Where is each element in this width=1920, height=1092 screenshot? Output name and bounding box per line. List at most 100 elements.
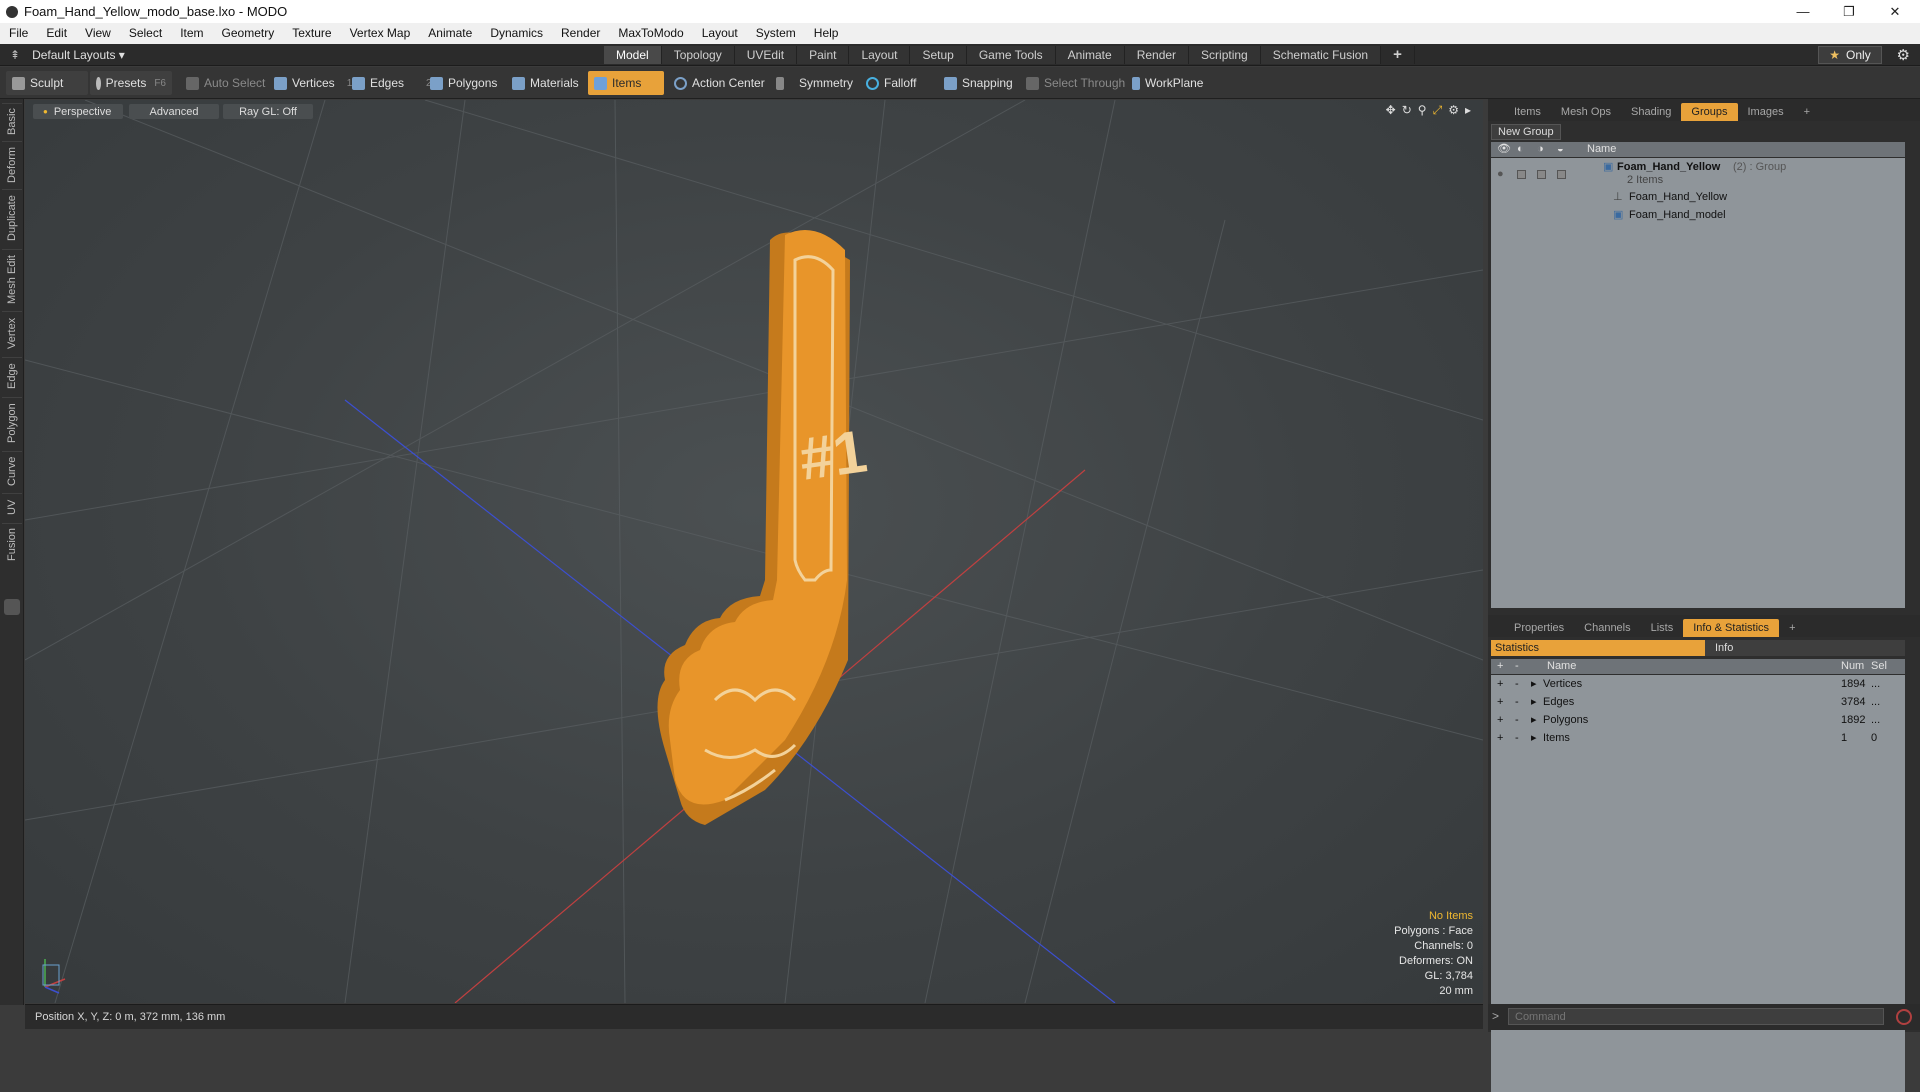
menu-select[interactable]: Select bbox=[120, 23, 171, 44]
command-input[interactable] bbox=[1508, 1008, 1884, 1025]
menu-texture[interactable]: Texture bbox=[283, 23, 340, 44]
left-tab-deform[interactable]: Deform bbox=[2, 141, 22, 187]
menu-help[interactable]: Help bbox=[805, 23, 848, 44]
left-tab-fusion[interactable]: Fusion bbox=[2, 523, 22, 565]
table-row[interactable]: + - ▸ Items 1 0 bbox=[1491, 731, 1905, 747]
menu-dynamics[interactable]: Dynamics bbox=[481, 23, 552, 44]
tab-schematic-fusion[interactable]: Schematic Fusion bbox=[1260, 46, 1382, 64]
tab-topology[interactable]: Topology bbox=[661, 46, 735, 64]
raygl-toggle[interactable]: Ray GL: Off bbox=[223, 104, 313, 119]
sculpt-button[interactable]: Sculpt bbox=[6, 71, 88, 95]
falloff-button[interactable]: Falloff bbox=[860, 71, 922, 95]
tab-setup[interactable]: Setup bbox=[910, 46, 967, 64]
left-panel-toggle-button[interactable] bbox=[4, 599, 20, 615]
add-tab-button[interactable]: + bbox=[1381, 46, 1415, 64]
collapse-icon[interactable]: - bbox=[1515, 731, 1519, 746]
tab-lists[interactable]: Lists bbox=[1641, 619, 1684, 637]
tab-paint[interactable]: Paint bbox=[797, 46, 850, 64]
foam-hand-model[interactable]: #1 bbox=[657, 230, 871, 825]
add-panel-tab-button[interactable]: + bbox=[1794, 103, 1820, 121]
left-tab-edge[interactable]: Edge bbox=[2, 357, 22, 395]
3d-viewport[interactable]: #1 ● Perspective Advanced Ray GL: Off ✥ ↻… bbox=[25, 100, 1483, 1003]
eye-icon[interactable]: ● bbox=[1497, 168, 1504, 180]
menu-item[interactable]: Item bbox=[171, 23, 212, 44]
left-tab-duplicate[interactable]: Duplicate bbox=[2, 189, 22, 247]
tab-channels[interactable]: Channels bbox=[1574, 619, 1640, 637]
symmetry-button[interactable]: Symmetry bbox=[770, 71, 859, 95]
collapse-icon[interactable]: - bbox=[1515, 695, 1519, 710]
collapse-icon[interactable]: - bbox=[1515, 677, 1519, 692]
fit-icon[interactable]: ⤢ bbox=[1433, 103, 1443, 118]
tab-game-tools[interactable]: Game Tools bbox=[966, 46, 1056, 64]
pan-icon[interactable]: ✥ bbox=[1386, 103, 1396, 118]
disclosure-icon[interactable]: ▸ bbox=[1531, 713, 1537, 728]
viewport-menu-icon[interactable]: ▸ bbox=[1465, 103, 1471, 118]
tab-images[interactable]: Images bbox=[1738, 103, 1794, 121]
tab-mesh-ops[interactable]: Mesh Ops bbox=[1551, 103, 1621, 121]
menu-geometry[interactable]: Geometry bbox=[213, 23, 284, 44]
menu-maxtomodo[interactable]: MaxToModo bbox=[609, 23, 692, 44]
tab-render[interactable]: Render bbox=[1124, 46, 1190, 64]
list-item[interactable]: ▣ Foam_Hand_model bbox=[1491, 208, 1905, 224]
left-tab-uv[interactable]: UV bbox=[2, 493, 22, 521]
collapse-all-icon[interactable]: - bbox=[1515, 659, 1519, 674]
tab-shading[interactable]: Shading bbox=[1621, 103, 1681, 121]
disclosure-icon[interactable]: ▸ bbox=[1531, 677, 1537, 692]
table-row[interactable]: + - ▸ Edges 3784 ... bbox=[1491, 695, 1905, 711]
info-subtab[interactable]: Info bbox=[1705, 640, 1905, 656]
items-button[interactable]: Items bbox=[588, 71, 664, 95]
disclosure-icon[interactable]: ▸ bbox=[1531, 731, 1537, 746]
table-row[interactable]: + - ▸ Vertices 1894 ... bbox=[1491, 677, 1905, 693]
tab-uvedit[interactable]: UVEdit bbox=[734, 46, 798, 64]
left-tab-vertex[interactable]: Vertex bbox=[2, 311, 22, 355]
tab-layout[interactable]: Layout bbox=[849, 46, 911, 64]
menu-system[interactable]: System bbox=[747, 23, 805, 44]
zoom-icon[interactable]: ⚲ bbox=[1418, 103, 1427, 118]
tab-items[interactable]: Items bbox=[1504, 103, 1551, 121]
collapse-icon[interactable]: - bbox=[1515, 713, 1519, 728]
left-tab-mesh-edit[interactable]: Mesh Edit bbox=[2, 249, 22, 309]
select-through-button[interactable]: Select Through bbox=[1020, 71, 1131, 95]
render-toggle[interactable] bbox=[1517, 170, 1526, 179]
presets-button[interactable]: Presets F6 bbox=[90, 71, 172, 95]
command-history-icon[interactable] bbox=[1896, 1009, 1912, 1025]
minimize-button[interactable]: — bbox=[1780, 0, 1826, 23]
only-toggle[interactable]: ★ Only bbox=[1818, 46, 1882, 64]
tab-animate[interactable]: Animate bbox=[1055, 46, 1125, 64]
lock-toggle[interactable] bbox=[1537, 170, 1546, 179]
expand-icon[interactable]: + bbox=[1497, 695, 1503, 710]
expand-icon[interactable]: + bbox=[1497, 677, 1503, 692]
menu-edit[interactable]: Edit bbox=[37, 23, 76, 44]
menu-render[interactable]: Render bbox=[552, 23, 609, 44]
layout-collapse-icon[interactable]: ⇞ bbox=[10, 48, 20, 62]
polygons-button[interactable]: Polygons bbox=[424, 71, 503, 95]
workplane-button[interactable]: WorkPlane bbox=[1126, 71, 1209, 95]
materials-button[interactable]: Materials bbox=[506, 71, 585, 95]
menu-animate[interactable]: Animate bbox=[419, 23, 481, 44]
left-tab-polygon[interactable]: Polygon bbox=[2, 397, 22, 449]
new-group-button[interactable]: New Group bbox=[1491, 124, 1561, 140]
expand-icon[interactable]: + bbox=[1497, 731, 1503, 746]
view-type-button[interactable]: ● Perspective bbox=[33, 104, 123, 119]
select-toggle[interactable] bbox=[1557, 170, 1566, 179]
gear-icon[interactable]: ⚙ bbox=[1897, 46, 1910, 64]
tab-scripting[interactable]: Scripting bbox=[1189, 46, 1261, 64]
shading-mode-button[interactable]: Advanced bbox=[129, 104, 219, 119]
layout-selector[interactable]: Default Layouts ▾ bbox=[32, 48, 125, 62]
snapping-button[interactable]: Snapping bbox=[938, 71, 1019, 95]
table-row[interactable]: + - ▸ Polygons 1892 ... bbox=[1491, 713, 1905, 729]
expand-all-icon[interactable]: + bbox=[1497, 659, 1503, 674]
menu-view[interactable]: View bbox=[76, 23, 120, 44]
menu-file[interactable]: File bbox=[0, 23, 37, 44]
tab-groups[interactable]: Groups bbox=[1681, 103, 1738, 121]
menu-layout[interactable]: Layout bbox=[693, 23, 747, 44]
statistics-subtab[interactable]: Statistics bbox=[1491, 640, 1705, 656]
add-panel-tab-button[interactable]: + bbox=[1779, 619, 1805, 637]
disclosure-icon[interactable]: ▸ bbox=[1531, 695, 1537, 710]
tab-model[interactable]: Model bbox=[604, 46, 662, 64]
maximize-button[interactable]: ❐ bbox=[1826, 0, 1872, 23]
list-item[interactable]: ● ▣ Foam_Hand_Yellow (2) : Group 2 Items bbox=[1491, 160, 1905, 190]
viewport-settings-icon[interactable]: ⚙ bbox=[1448, 103, 1459, 118]
vertices-button[interactable]: Vertices 1 bbox=[268, 71, 358, 95]
left-tab-basic[interactable]: Basic bbox=[2, 103, 22, 139]
